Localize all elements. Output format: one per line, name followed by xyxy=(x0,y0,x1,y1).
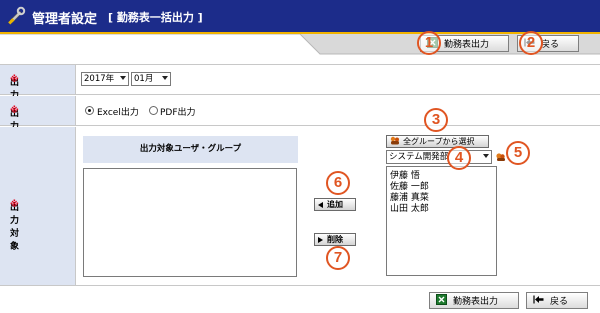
list-item[interactable]: 山田 太郎 xyxy=(390,201,429,214)
tools-icon xyxy=(8,6,26,25)
group-select-value: システム開発部 xyxy=(389,152,449,162)
excel-icon xyxy=(436,293,447,308)
marker-6: 6 xyxy=(326,171,350,195)
back-button-bottom[interactable]: 戻る xyxy=(526,292,588,309)
add-button[interactable]: 追加 xyxy=(314,198,356,211)
back-button-label: 戻る xyxy=(541,40,560,50)
back-arrow-icon xyxy=(533,295,544,307)
select-from-all-groups-label: 全グループから選択 xyxy=(403,137,475,146)
excel-radio-label[interactable]: Excel出力 xyxy=(97,105,139,118)
delete-button[interactable]: 削除 xyxy=(314,233,356,246)
group-search-icon[interactable] xyxy=(495,151,506,165)
month-select-value: 01月 xyxy=(134,74,154,84)
group-select[interactable]: システム開発部 xyxy=(386,150,492,164)
left-arrow-icon xyxy=(318,201,323,208)
group-icon xyxy=(390,136,400,147)
format-required-mark: ※ xyxy=(10,106,19,116)
marker-4: 4 xyxy=(447,146,471,170)
candidate-user-list[interactable]: 伊藤 悟 佐藤 一郎 藤浦 真菜 山田 太郎 xyxy=(386,166,497,276)
export-button-bottom[interactable]: 勤務表出力 xyxy=(429,292,519,309)
pdf-radio[interactable] xyxy=(149,106,158,115)
marker-2: 2 xyxy=(519,31,543,55)
year-select-value: 2017年 xyxy=(84,74,115,84)
pdf-radio-label[interactable]: PDF出力 xyxy=(160,105,196,118)
tab-band-shape xyxy=(0,34,600,55)
export-button-label: 勤務表出力 xyxy=(453,297,499,307)
chevron-down-icon xyxy=(120,76,126,80)
target-required-mark: ※ xyxy=(10,200,19,210)
target-group-header: 出力対象ユーザ・グループ xyxy=(83,136,298,163)
target-label-cell: 出力対象 ※ xyxy=(0,127,76,285)
year-select[interactable]: 2017年 xyxy=(81,72,129,86)
action-tab-band xyxy=(0,34,600,56)
month-select[interactable]: 01月 xyxy=(131,72,171,86)
page-title: 管理者設定 xyxy=(32,12,98,27)
export-button-label: 勤務表出力 xyxy=(444,40,490,50)
chevron-down-icon xyxy=(483,154,489,158)
chevron-down-icon xyxy=(162,76,168,80)
month-required-mark: ※ xyxy=(10,75,19,85)
selected-target-list[interactable] xyxy=(83,168,297,277)
select-from-all-groups-button[interactable]: 全グループから選択 xyxy=(386,135,489,148)
marker-7: 7 xyxy=(326,246,350,270)
format-label-cell: 出力形式※ xyxy=(0,96,76,158)
title-bar: 管理者設定 [ 勤務表一括出力 ] xyxy=(0,0,600,34)
excel-radio[interactable] xyxy=(85,106,94,115)
page-subtitle: [ 勤務表一括出力 ] xyxy=(108,11,203,24)
marker-5: 5 xyxy=(506,141,530,165)
delete-button-label: 削除 xyxy=(327,235,343,244)
add-button-label: 追加 xyxy=(327,200,343,209)
right-arrow-icon xyxy=(318,236,323,243)
month-label-cell: 出力対象月※ xyxy=(0,65,76,140)
marker-1: 1 xyxy=(417,31,441,55)
back-button-label: 戻る xyxy=(550,297,569,307)
marker-3: 3 xyxy=(424,108,448,132)
